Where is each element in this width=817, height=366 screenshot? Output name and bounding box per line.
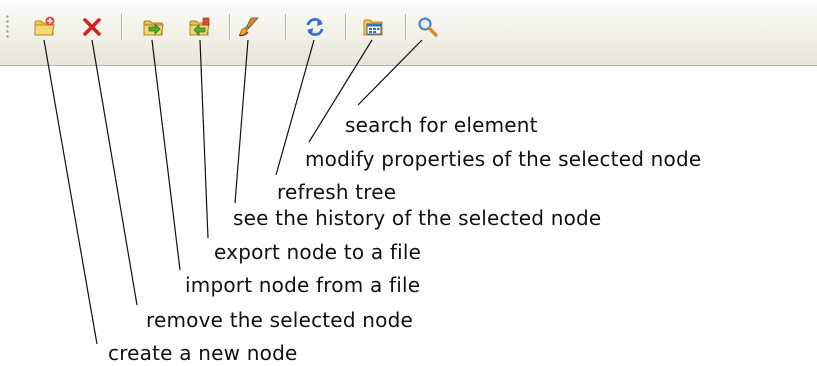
leader-line-history xyxy=(234,39,249,204)
leader-line-search xyxy=(357,39,423,106)
label-search-for-element: search for element xyxy=(345,113,538,137)
label-export-node: export node to a file xyxy=(214,240,422,264)
label-modify-properties: modify properties of the selected node xyxy=(305,147,702,171)
label-create-node: create a new node xyxy=(108,341,298,365)
label-see-history: see the history of the selected node xyxy=(233,206,602,230)
label-import-node: import node from a file xyxy=(185,273,421,297)
leader-line-import xyxy=(151,39,181,271)
leader-line-create xyxy=(43,39,98,345)
label-refresh-tree: refresh tree xyxy=(277,180,397,204)
label-remove-node: remove the selected node xyxy=(146,308,413,332)
leader-line-export xyxy=(199,39,209,239)
leader-line-remove xyxy=(91,39,138,306)
